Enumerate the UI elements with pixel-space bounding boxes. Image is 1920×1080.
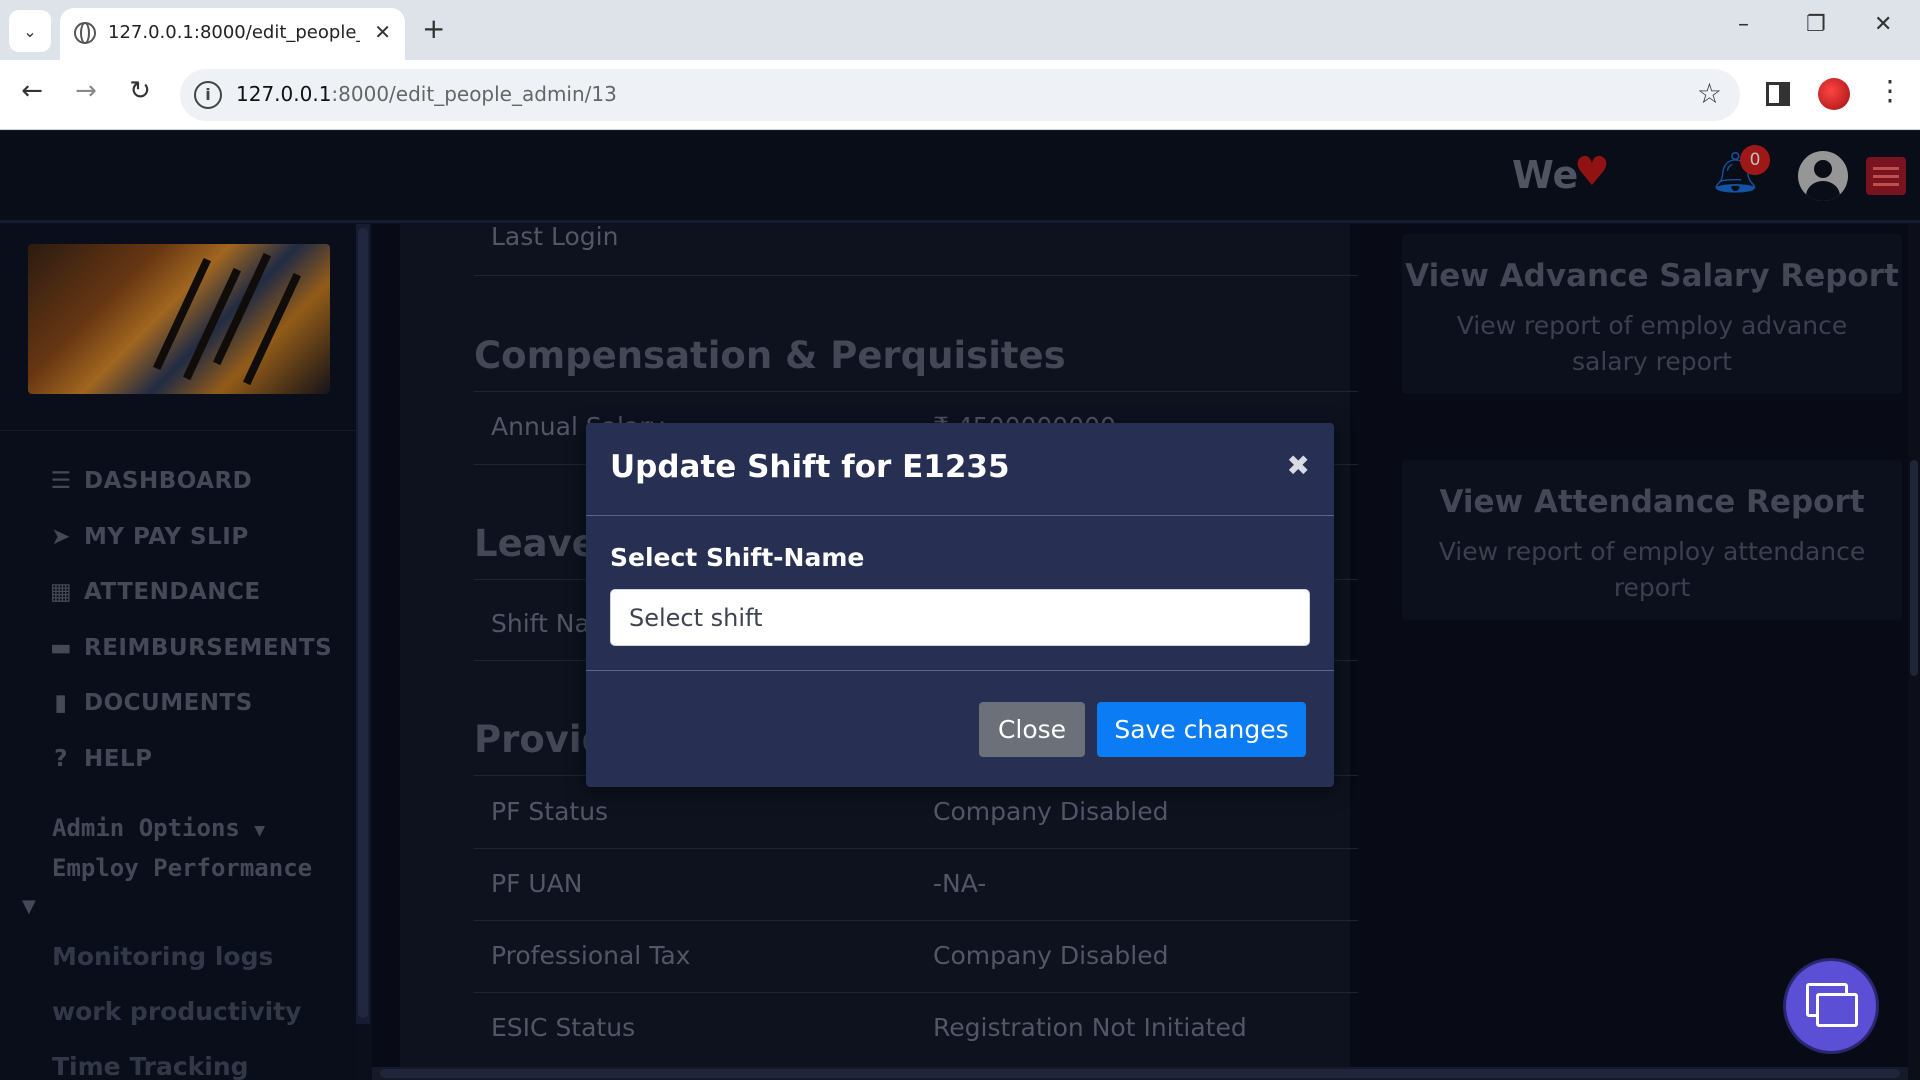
update-shift-modal: Update Shift for E1235 ✖ Select Shift-Na…	[586, 423, 1334, 787]
modal-title: Update Shift for E1235	[610, 449, 1010, 485]
minimize-icon[interactable]: –	[1738, 12, 1749, 37]
tab-search-button[interactable]: ⌄	[9, 10, 51, 52]
chat-button[interactable]	[1786, 961, 1876, 1051]
chevron-down-icon: ⌄	[23, 21, 37, 41]
side-panel-icon[interactable]	[1766, 82, 1790, 106]
restore-icon[interactable]: ❐	[1806, 12, 1826, 37]
extension-icon[interactable]	[1818, 78, 1850, 110]
close-icon[interactable]: ✖	[1287, 449, 1310, 482]
shift-select[interactable]: Select shift	[610, 589, 1310, 646]
tab-close-icon[interactable]: ✕	[374, 20, 391, 44]
browser-tab[interactable]: 127.0.0.1:8000/edit_people_admin/13 ✕	[60, 8, 405, 60]
address-bar[interactable]: i 127.0.0.1:8000/edit_people_admin/13 ☆	[180, 69, 1740, 121]
browser-tab-bar: ⌄ 127.0.0.1:8000/edit_people_admin/13 ✕ …	[0, 0, 1920, 60]
close-button[interactable]: Close	[979, 702, 1085, 757]
modal-header: Update Shift for E1235 ✖	[586, 423, 1334, 516]
kebab-menu-icon[interactable]: ⋮	[1876, 74, 1904, 107]
save-changes-button[interactable]: Save changes	[1097, 702, 1306, 757]
info-icon[interactable]: i	[194, 81, 222, 109]
shift-name-field-label: Select Shift-Name	[610, 543, 865, 572]
shift-select-value: Select shift	[629, 604, 763, 632]
url-host: 127.0.0.1	[236, 82, 332, 106]
url-path: :8000/edit_people_admin/13	[331, 82, 617, 106]
url-text[interactable]: 127.0.0.1:8000/edit_people_admin/13	[236, 82, 617, 106]
star-icon[interactable]: ☆	[1697, 77, 1722, 110]
forward-icon[interactable]: →	[68, 76, 104, 106]
reload-icon[interactable]: ↻	[122, 76, 158, 106]
new-tab-plus-icon[interactable]: +	[422, 12, 445, 46]
modal-footer: Close Save changes	[586, 670, 1334, 787]
back-icon[interactable]: ←	[14, 76, 50, 106]
globe-icon	[74, 22, 96, 44]
window-close-icon[interactable]: ✕	[1874, 12, 1892, 37]
tab-title: 127.0.0.1:8000/edit_people_admin/13	[108, 22, 360, 43]
browser-toolbar: ← → ↻ i 127.0.0.1:8000/edit_people_admin…	[0, 60, 1920, 130]
